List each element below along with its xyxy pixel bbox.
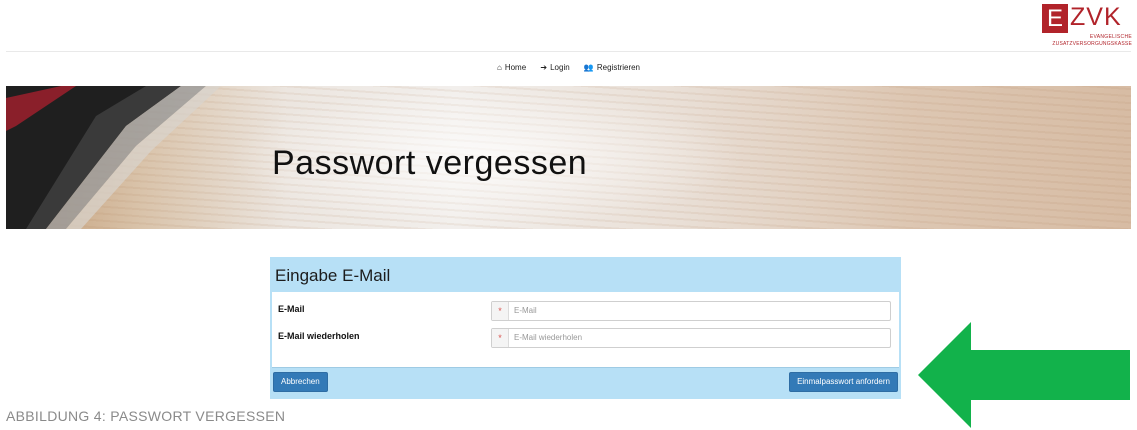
email-placeholder: E-Mail bbox=[514, 306, 537, 315]
panel-body: E-Mail * E-Mail E-Mail wiederholen * E-M… bbox=[272, 292, 899, 368]
form-row-email-repeat: E-Mail wiederholen * E-Mail wiederholen bbox=[278, 326, 891, 348]
figure-caption: ABBILDUNG 4: PASSWORT VERGESSEN bbox=[6, 408, 286, 424]
nav-login-label: Login bbox=[550, 63, 570, 72]
panel-heading: Eingabe E-Mail bbox=[275, 266, 391, 285]
logo-e-mark: E bbox=[1042, 4, 1068, 33]
register-icon: 👥 bbox=[583, 63, 594, 72]
logo-line2: ZUSATZVERSORGUNGSKASSE bbox=[1052, 41, 1132, 47]
top-navigation: ⌂ Home ➔ Login 👥 Registrieren bbox=[0, 63, 1137, 72]
hero-banner: Passwort vergessen bbox=[6, 86, 1131, 229]
form-row-email: E-Mail * E-Mail bbox=[278, 299, 891, 321]
logo-line1: EVANGELISCHE bbox=[1089, 34, 1132, 40]
email-label: E-Mail bbox=[278, 304, 305, 314]
nav-register[interactable]: 👥 Registrieren bbox=[584, 63, 640, 72]
nav-home[interactable]: ⌂ Home bbox=[497, 63, 526, 72]
required-marker: * bbox=[492, 302, 509, 320]
ezvk-logo: E ZVK EVANGELISCHE ZUSATZVERSORGUNGSKASS… bbox=[1042, 3, 1132, 48]
nav-register-label: Registrieren bbox=[596, 63, 641, 72]
nav-login[interactable]: ➔ Login bbox=[540, 63, 569, 72]
panel-header: Eingabe E-Mail bbox=[270, 257, 901, 292]
logo-zvk-text: ZVK bbox=[1070, 3, 1122, 31]
arrow-annotation-icon bbox=[918, 322, 1130, 428]
laptop-image bbox=[6, 86, 221, 229]
email-repeat-field[interactable]: * E-Mail wiederholen bbox=[491, 328, 891, 348]
login-icon: ➔ bbox=[540, 63, 548, 72]
header-divider bbox=[6, 51, 1131, 52]
request-password-button[interactable]: Einmalpasswort anfordern bbox=[789, 372, 898, 392]
email-form-panel: Eingabe E-Mail E-Mail * E-Mail E-Mail wi… bbox=[270, 257, 901, 399]
email-repeat-label: E-Mail wiederholen bbox=[278, 331, 360, 341]
email-field[interactable]: * E-Mail bbox=[491, 301, 891, 321]
nav-home-label: Home bbox=[504, 63, 527, 72]
email-repeat-placeholder: E-Mail wiederholen bbox=[514, 333, 583, 342]
cancel-button[interactable]: Abbrechen bbox=[273, 372, 328, 392]
home-icon: ⌂ bbox=[496, 63, 502, 72]
page-title: Passwort vergessen bbox=[272, 144, 588, 182]
required-marker: * bbox=[492, 329, 509, 347]
